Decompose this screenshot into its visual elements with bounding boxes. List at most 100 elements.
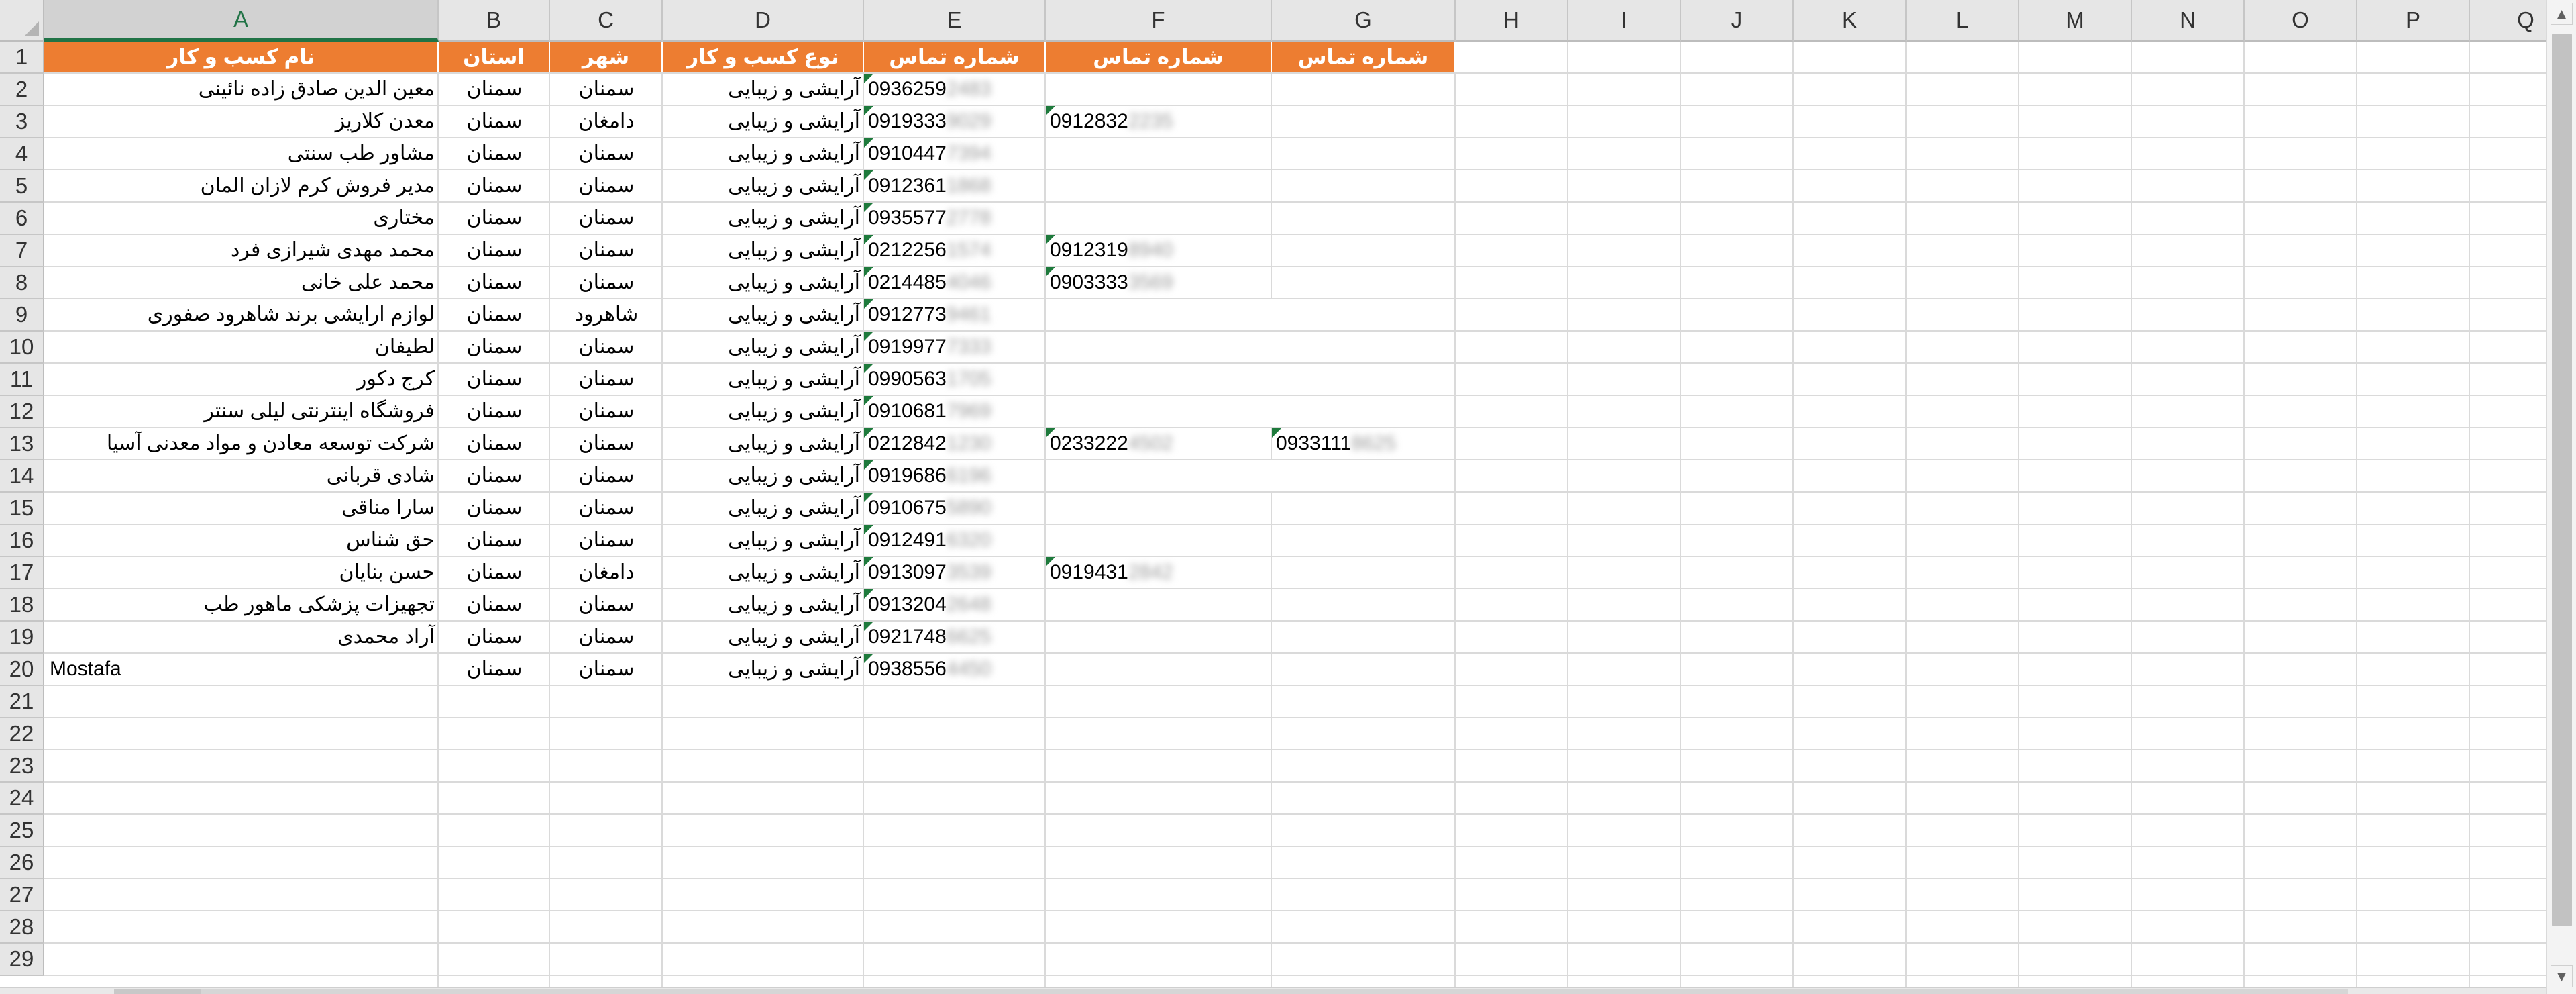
province-cell[interactable]: سمنان — [439, 622, 550, 652]
phone-cell[interactable]: 0921748 6625 — [864, 622, 1046, 652]
city-cell[interactable]: سمنان — [550, 332, 663, 362]
scroll-down-arrow-icon[interactable]: ▼ — [2551, 965, 2573, 987]
business-name-cell[interactable]: معین الدین صادق زاده نائینی — [44, 74, 439, 105]
business-type-cell[interactable]: آرایشی و زیبایی — [663, 364, 864, 395]
worksheet-grid[interactable]: A B C D E F G H I J K L M N O P Q 1 2 3 4 5 6 7 8 9 10 11 12 13 14 15 16… — [0, 0, 2546, 987]
city-cell[interactable]: سمنان — [550, 364, 663, 395]
row-header-16[interactable]: 16 — [0, 525, 44, 557]
phone-cell[interactable] — [1272, 106, 1456, 137]
column-header-l[interactable]: L — [1907, 0, 2019, 42]
row-header-15[interactable]: 15 — [0, 493, 44, 525]
city-cell[interactable]: سمنان — [550, 267, 663, 298]
business-type-cell[interactable]: آرایشی و زیبایی — [663, 299, 864, 330]
row-header-19[interactable]: 19 — [0, 622, 44, 654]
row-header-28[interactable]: 28 — [0, 911, 44, 944]
phone-cell[interactable]: 0912491 6320 — [864, 525, 1046, 556]
row-header-9[interactable]: 9 — [0, 299, 44, 332]
phone-cell[interactable]: 0919977 7333 — [864, 332, 1046, 362]
business-type-cell[interactable]: آرایشی و زیبایی — [663, 203, 864, 234]
phone-cell[interactable]: 0990563 1705 — [864, 364, 1046, 395]
vertical-scroll-thumb[interactable] — [2552, 34, 2572, 926]
phone-cell[interactable]: 0912773 9461 — [864, 299, 1046, 330]
row-header-8[interactable]: 8 — [0, 267, 44, 299]
row-header-12[interactable]: 12 — [0, 396, 44, 428]
business-type-cell[interactable]: آرایشی و زیبایی — [663, 460, 864, 491]
phone-cell[interactable]: 0912832 2235 — [1046, 106, 1272, 137]
phone-cell[interactable] — [1046, 170, 1272, 201]
row-header-13[interactable]: 13 — [0, 428, 44, 460]
phone-cell[interactable]: 0903333 3569 — [1046, 267, 1272, 298]
business-type-cell[interactable]: آرایشی و زیبایی — [663, 106, 864, 137]
phone-cell[interactable]: 0912319 8940 — [1046, 235, 1272, 266]
province-cell[interactable]: سمنان — [439, 493, 550, 524]
phone-cell[interactable]: 0935577 2778 — [864, 203, 1046, 234]
province-cell[interactable]: سمنان — [439, 396, 550, 427]
phone-cell[interactable] — [1046, 364, 1272, 395]
phone-cell[interactable] — [1046, 493, 1272, 524]
province-cell[interactable]: سمنان — [439, 589, 550, 620]
business-name-cell[interactable]: مدیر فروش کرم لازان المان — [44, 170, 439, 201]
row-header-3[interactable]: 3 — [0, 106, 44, 138]
province-cell[interactable]: سمنان — [439, 364, 550, 395]
row-header-11[interactable]: 11 — [0, 364, 44, 396]
city-cell[interactable]: دامغان — [550, 557, 663, 588]
phone-cell[interactable]: 0938556 4450 — [864, 654, 1046, 685]
column-header-a[interactable]: A — [44, 0, 439, 42]
province-cell[interactable]: سمنان — [439, 235, 550, 266]
phone-cell[interactable] — [1272, 267, 1456, 298]
phone-cell[interactable] — [1272, 654, 1456, 685]
header-cell-e[interactable]: شماره تماس — [864, 42, 1046, 72]
business-type-cell[interactable]: آرایشی و زیبایی — [663, 267, 864, 298]
phone-cell[interactable] — [1046, 525, 1272, 556]
column-header-k[interactable]: K — [1794, 0, 1907, 42]
business-type-cell[interactable]: آرایشی و زیبایی — [663, 654, 864, 685]
business-name-cell[interactable]: محمد علی خانی — [44, 267, 439, 298]
phone-cell[interactable]: 0933111 8625 — [1272, 428, 1456, 459]
row-header-24[interactable]: 24 — [0, 783, 44, 815]
business-type-cell[interactable]: آرایشی و زیبایی — [663, 622, 864, 652]
horizontal-scroll-thumb[interactable] — [201, 989, 2348, 994]
phone-cell[interactable] — [1046, 299, 1272, 330]
city-cell[interactable]: سمنان — [550, 525, 663, 556]
phone-cell[interactable]: 0212842 1230 — [864, 428, 1046, 459]
column-header-i[interactable]: I — [1568, 0, 1681, 42]
business-name-cell[interactable]: حسن بنایان — [44, 557, 439, 588]
column-header-f[interactable]: F — [1046, 0, 1272, 42]
scroll-up-arrow-icon[interactable]: ▲ — [2551, 3, 2573, 25]
column-header-h[interactable]: H — [1456, 0, 1568, 42]
row-header-7[interactable]: 7 — [0, 235, 44, 267]
phone-cell[interactable] — [1272, 622, 1456, 652]
business-name-cell[interactable]: لطیفان — [44, 332, 439, 362]
phone-cell[interactable] — [1272, 235, 1456, 266]
row-header-22[interactable]: 22 — [0, 718, 44, 750]
column-header-o[interactable]: O — [2245, 0, 2357, 42]
business-name-cell[interactable]: محمد مهدی شیرازی فرد — [44, 235, 439, 266]
row-header-2[interactable]: 2 — [0, 74, 44, 106]
business-type-cell[interactable]: آرایشی و زیبایی — [663, 493, 864, 524]
header-cell-c[interactable]: شهر — [550, 42, 663, 72]
province-cell[interactable]: سمنان — [439, 525, 550, 556]
header-cell-g[interactable]: شماره تماس — [1272, 42, 1456, 72]
phone-cell[interactable]: 0919333 9029 — [864, 106, 1046, 137]
column-header-c[interactable]: C — [550, 0, 663, 42]
phone-cell[interactable] — [1046, 654, 1272, 685]
phone-cell[interactable] — [1046, 460, 1272, 491]
city-cell[interactable]: دامغان — [550, 106, 663, 137]
sheet-tab-strip[interactable] — [114, 989, 201, 994]
vertical-scrollbar[interactable]: ▲ ▼ — [2546, 0, 2576, 994]
province-cell[interactable]: سمنان — [439, 299, 550, 330]
header-cell-a[interactable]: نام کسب و کار — [44, 42, 439, 72]
row-header-6[interactable]: 6 — [0, 203, 44, 235]
phone-cell[interactable] — [1046, 74, 1272, 105]
province-cell[interactable]: سمنان — [439, 332, 550, 362]
header-cell-d[interactable]: نوع کسب و کار — [663, 42, 864, 72]
row-header-25[interactable]: 25 — [0, 815, 44, 847]
business-type-cell[interactable]: آرایشی و زیبایی — [663, 235, 864, 266]
phone-cell[interactable]: 0912361 1868 — [864, 170, 1046, 201]
business-name-cell[interactable]: مشاور طب سنتی — [44, 138, 439, 169]
row-header-14[interactable]: 14 — [0, 460, 44, 493]
phone-cell[interactable] — [1046, 332, 1272, 362]
phone-cell[interactable] — [1272, 74, 1456, 105]
phone-cell[interactable] — [1272, 299, 1456, 330]
phone-cell[interactable] — [1272, 332, 1456, 362]
